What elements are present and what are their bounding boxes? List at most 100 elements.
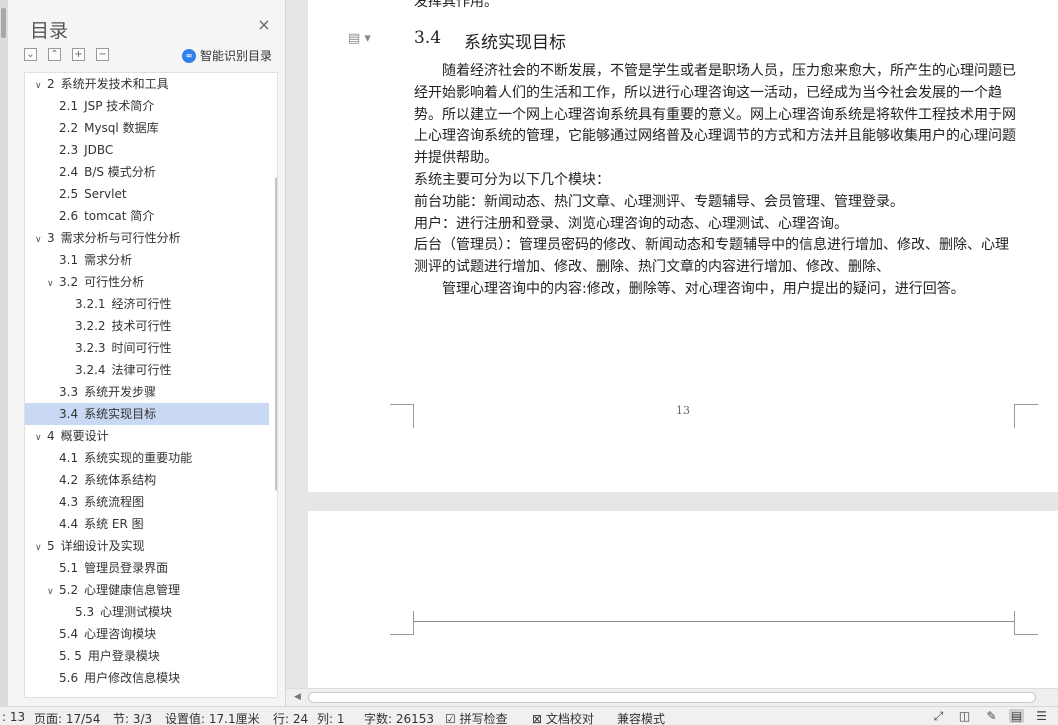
chevron-down-icon[interactable]: ∨	[47, 581, 59, 603]
toc-item-label: Mysql 数据库	[84, 121, 159, 135]
toc-item[interactable]: ∨ 4 概要设计	[25, 425, 269, 447]
toc-item[interactable]: 3.2.3 时间可行性	[25, 337, 269, 359]
add-heading-icon[interactable]: +	[72, 48, 85, 61]
horizontal-scrollbar[interactable]: ◀	[286, 688, 1058, 706]
document-area: 发挥其作用。 ▤ ▾ 3.4 系统实现目标 随着经济社会的不断发展，不管是学生或…	[286, 0, 1058, 688]
toc-item-number: 4.1	[59, 451, 79, 465]
toc-item-number: 4	[47, 429, 55, 443]
toc-item[interactable]: 5.3 心理测试模块	[25, 601, 269, 623]
edit-pen-icon[interactable]: ✎	[984, 709, 999, 723]
paragraph-icon[interactable]: ▤ ▾	[348, 31, 371, 46]
scroll-left-icon[interactable]: ◀	[294, 692, 301, 702]
toc-item-number: 3.4	[59, 407, 79, 421]
toc-item-number: 3.2	[59, 275, 79, 289]
toc-item[interactable]: 4.4 系统 ER 图	[25, 513, 269, 535]
toc-item[interactable]: 2.2 Mysql 数据库	[25, 117, 269, 139]
toc-item-label: 系统流程图	[84, 495, 145, 509]
expand-all-icon[interactable]: ⌄	[24, 48, 37, 61]
toc-item[interactable]: 3.2.4 法律可行性	[25, 359, 269, 381]
toc-item[interactable]: ∨ 2 系统开发技术和工具	[25, 73, 269, 95]
toc-item[interactable]: 3.4 系统实现目标	[25, 403, 269, 425]
close-icon[interactable]: ×	[257, 17, 271, 33]
toc-item[interactable]: ∨ 5 详细设计及实现	[25, 535, 269, 557]
toc-item-label: 系统实现的重要功能	[84, 451, 193, 465]
page-text-cut: 发挥其作用。	[414, 0, 498, 10]
status-page[interactable]: 页面: 17/54	[34, 710, 100, 725]
toc-item[interactable]: 3.2.2 技术可行性	[25, 315, 269, 337]
page-view-icon[interactable]: ▤	[1009, 709, 1024, 723]
toc-item-label: 心理咨询模块	[84, 627, 157, 641]
toc-item[interactable]: 3.2.1 经济可行性	[25, 293, 269, 315]
status-section: 节: 3/3	[113, 712, 153, 725]
collapse-all-icon[interactable]: ⌃	[48, 48, 61, 61]
toc-list-container: ∨ 2 系统开发技术和工具 2.1 JSP 技术简介 2.2 Mysql 数据库 2.3 JDB…	[24, 72, 278, 698]
toc-item-label: 技术可行性	[111, 319, 172, 333]
toc-item[interactable]: 3.3 系统开发步骤	[25, 381, 269, 403]
toc-item-label: tomcat 简介	[84, 209, 155, 223]
chevron-down-icon[interactable]: ∨	[35, 537, 47, 559]
toc-item[interactable]: 5.4 心理咨询模块	[25, 623, 269, 645]
smart-toc-button[interactable]: ∞ 智能识别目录	[182, 47, 272, 64]
page-corner-mark	[1014, 611, 1038, 635]
toc-item-number: 3.2.4	[75, 363, 106, 377]
chevron-down-icon[interactable]: ∨	[35, 75, 47, 97]
status-word-count[interactable]: 字数: 26153	[364, 710, 434, 725]
toc-item-label: 详细设计及实现	[60, 539, 145, 553]
status-page-count: : 13	[2, 710, 26, 724]
toc-item[interactable]: 4.3 系统流程图	[25, 491, 269, 513]
toc-scrollbar[interactable]	[275, 177, 277, 491]
toc-list: ∨ 2 系统开发技术和工具 2.1 JSP 技术简介 2.2 Mysql 数据库 2.3 JDB…	[25, 73, 269, 689]
toc-item-number: 2	[47, 77, 55, 91]
document-left-gutter	[286, 0, 308, 688]
toc-item-label: 心理健康信息管理	[84, 583, 181, 597]
reading-mode-icon[interactable]: ◫	[957, 709, 972, 723]
toc-item[interactable]: 4.1 系统实现的重要功能	[25, 447, 269, 469]
toc-item[interactable]: 2.1 JSP 技术简介	[25, 95, 269, 117]
toc-item[interactable]: 2.6 tomcat 简介	[25, 205, 269, 227]
toc-item-label: 系统体系结构	[84, 473, 157, 487]
toc-item-number: 5.2	[59, 583, 79, 597]
toc-item[interactable]: 2.4 B/S 模式分析	[25, 161, 269, 183]
heading-number: 3.4	[414, 28, 442, 48]
toc-item[interactable]: ∨ 3.2 可行性分析	[25, 271, 269, 293]
toc-item-number: 2.5	[59, 187, 79, 201]
doc-proof-button[interactable]: ⊠ 文档校对	[532, 710, 594, 725]
body-paragraph: 用户：进行注册和登录、浏览心理咨询的动态、心理测试、心理咨询。	[414, 215, 848, 232]
toc-item[interactable]: ∨ 3 需求分析与可行性分析	[25, 227, 269, 249]
web-view-icon[interactable]: ☰	[1034, 709, 1049, 723]
toc-item-number: 2.4	[59, 165, 79, 179]
remove-heading-icon[interactable]: −	[96, 48, 109, 61]
smart-toc-label: 智能识别目录	[200, 49, 273, 63]
fullscreen-icon[interactable]: ⤢	[931, 709, 946, 723]
toc-item[interactable]: 3.1 需求分析	[25, 249, 269, 271]
status-row: 行: 24	[273, 712, 309, 725]
horizontal-scroll-thumb[interactable]	[308, 692, 1036, 703]
toc-item-label: JSP 技术简介	[84, 99, 155, 113]
body-paragraph: 管理心理咨询中的内容:修改，删除等、对心理咨询中，用户提出的疑问，进行回答。	[442, 280, 965, 297]
left-strip-thumb[interactable]	[1, 8, 6, 38]
spell-check-button[interactable]: ☑ 拼写检查	[445, 710, 508, 725]
toc-item-number: 4.3	[59, 495, 79, 509]
toc-item-number: 2.1	[59, 99, 79, 113]
toc-item-label: 心理测试模块	[100, 605, 173, 619]
toc-item-label: 经济可行性	[111, 297, 172, 311]
toc-item-label: 用户修改信息模块	[84, 671, 181, 685]
toc-item-number: 5.1	[59, 561, 79, 575]
toc-item[interactable]: 2.3 JDBC	[25, 139, 269, 161]
toc-item[interactable]: 2.5 Servlet	[25, 183, 269, 205]
toc-item-number: 5. 5	[59, 649, 82, 663]
toc-item-number: 5.4	[59, 627, 79, 641]
toc-item[interactable]: 4.2 系统体系结构	[25, 469, 269, 491]
toc-item-label: 系统实现目标	[84, 407, 157, 421]
toc-item[interactable]: 5.1 管理员登录界面	[25, 557, 269, 579]
toc-item-label: 需求分析与可行性分析	[60, 231, 181, 245]
chevron-down-icon[interactable]: ∨	[35, 427, 47, 449]
left-edge-strip	[0, 0, 8, 706]
toc-item[interactable]: 5. 5 用户登录模块	[25, 645, 269, 667]
toc-item[interactable]: ∨ 5.2 心理健康信息管理	[25, 579, 269, 601]
chevron-down-icon[interactable]: ∨	[47, 273, 59, 295]
toc-item-label: 管理员登录界面	[84, 561, 169, 575]
chevron-down-icon[interactable]: ∨	[35, 229, 47, 251]
toc-item[interactable]: 5.6 用户修改信息模块	[25, 667, 269, 689]
toc-item-label: 时间可行性	[111, 341, 172, 355]
